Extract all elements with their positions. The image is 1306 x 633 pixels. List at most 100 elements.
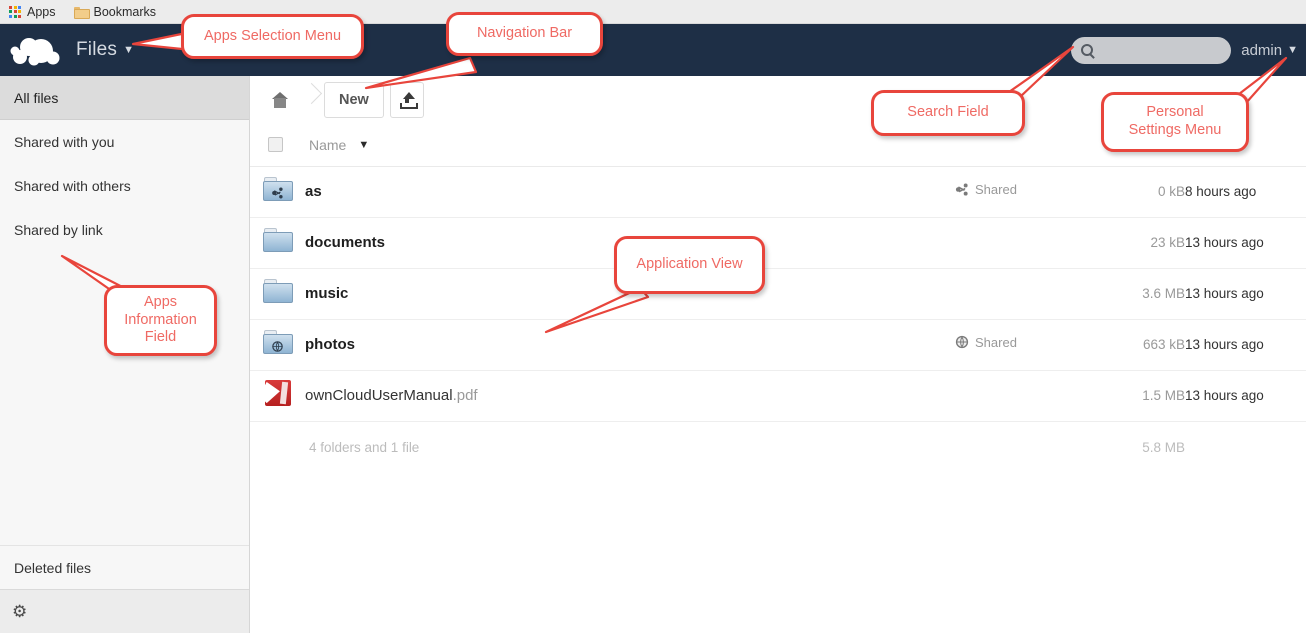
file-name-text: ownCloudUserManual	[305, 387, 453, 404]
folder-icon	[73, 6, 90, 19]
app-selector[interactable]: Files ▼	[76, 39, 134, 61]
owncloud-logo[interactable]	[8, 33, 64, 67]
search-field[interactable]	[1071, 36, 1232, 64]
sidebar-item-all-files[interactable]: All files	[0, 76, 249, 120]
callout-application-view: Application View	[614, 236, 765, 294]
share-status-cell[interactable]: Shared	[955, 319, 1090, 370]
callout-text: Search Field	[907, 104, 989, 121]
callout-text: Application View	[636, 256, 743, 273]
summary-label: 4 folders and 1 file	[309, 439, 420, 455]
personal-settings-menu[interactable]: admin ▼	[1241, 42, 1298, 59]
file-name-text: photos	[305, 336, 355, 353]
bookmark-bookmarks-label: Bookmarks	[93, 4, 157, 19]
globe-icon	[272, 340, 283, 352]
callout-search-field: Search Field	[871, 90, 1025, 136]
new-button-label: New	[339, 92, 369, 108]
share-status-cell[interactable]	[955, 217, 1090, 268]
summary-spacer	[250, 421, 305, 473]
pdf-file-icon	[264, 380, 291, 406]
share-status-cell[interactable]	[955, 268, 1090, 319]
sidebar-item-label: All files	[14, 89, 59, 106]
row-icon-cell	[250, 268, 305, 319]
gear-icon: ⚙	[12, 602, 28, 621]
callout-text: Personal Settings Menu	[1128, 104, 1222, 138]
public-folder-icon	[262, 330, 293, 354]
status-badge: Shared	[955, 335, 1017, 350]
select-all-cell	[250, 124, 305, 166]
share-status-cell[interactable]: Shared	[955, 166, 1090, 217]
summary-spacer-3	[1185, 421, 1306, 473]
folder-icon	[262, 228, 293, 252]
file-name-text: documents	[305, 234, 386, 251]
file-ext-text: .pdf	[452, 387, 478, 404]
row-icon-cell	[250, 217, 305, 268]
sidebar-item-label: Deleted files	[14, 559, 92, 576]
globe-icon	[955, 336, 969, 349]
file-list-body: as Shared 0 kB 8 hours ago documents 23 …	[250, 166, 1306, 473]
app-name-label: Files	[76, 39, 118, 60]
file-modified-cell: 13 hours ago	[1185, 388, 1264, 403]
file-size-cell: 23 kB	[1150, 235, 1185, 250]
share-label: Shared	[975, 182, 1017, 197]
file-name-cell[interactable]: ownCloudUserManual.pdf	[305, 370, 955, 421]
application-view: New Name ▼ as Shared 0 kB 8 hours ago do…	[250, 76, 1306, 633]
sidebar-item-label: Shared by link	[14, 221, 103, 238]
breadcrumb-home[interactable]	[258, 82, 302, 118]
table-row[interactable]: documents 23 kB 13 hours ago	[250, 217, 1306, 268]
chevron-down-icon: ▼	[1287, 44, 1298, 56]
bookmark-bookmarks[interactable]: Bookmarks	[73, 4, 157, 19]
share-icon	[955, 183, 968, 196]
sidebar-settings-button[interactable]: ⚙	[0, 589, 249, 633]
file-name-cell[interactable]: as	[305, 166, 955, 217]
callout-text: Apps Information Field	[124, 293, 197, 346]
sidebar-item-shared-by-link[interactable]: Shared by link	[0, 208, 249, 252]
screenshot-root: Apps Bookmarks Files ▼ admin ▼ All files…	[0, 0, 1306, 633]
sidebar-item-deleted-files[interactable]: Deleted files	[0, 545, 249, 589]
summary-spacer-2	[955, 421, 1090, 473]
table-row[interactable]: music 3.6 MB 13 hours ago	[250, 268, 1306, 319]
callout-text: Apps Selection Menu	[203, 27, 342, 44]
callout-personal-settings-menu: Personal Settings Menu	[1101, 92, 1249, 152]
file-size-cell: 1.5 MB	[1142, 388, 1185, 403]
table-row[interactable]: photos Shared 663 kB 13 hours ago	[250, 319, 1306, 370]
shared-folder-icon	[262, 177, 293, 201]
folder-icon	[262, 279, 293, 303]
row-icon-cell	[250, 166, 305, 217]
apps-grid-icon	[9, 5, 21, 18]
sidebar-item-shared-with-you[interactable]: Shared with you	[0, 120, 249, 164]
table-row[interactable]: ownCloudUserManual.pdf 1.5 MB 13 hours a…	[250, 370, 1306, 421]
file-list-table: Name ▼ Size	[250, 124, 1306, 473]
callout-apps-selection-menu: Apps Selection Menu	[181, 14, 364, 59]
callout-apps-information-field: Apps Information Field	[104, 285, 217, 356]
select-all-checkbox[interactable]	[268, 137, 283, 153]
file-size-cell: 0 kB	[1157, 184, 1185, 199]
sidebar-item-label: Shared with you	[14, 133, 115, 150]
sort-descending-icon: ▼	[358, 138, 370, 151]
home-icon	[271, 92, 289, 108]
header-right-group: admin ▼	[1071, 36, 1306, 64]
bookmark-apps[interactable]: Apps	[9, 5, 56, 19]
column-header-name-label: Name	[309, 136, 347, 153]
share-status-cell[interactable]	[955, 370, 1090, 421]
file-modified-cell: 13 hours ago	[1185, 286, 1264, 301]
column-header-name[interactable]: Name ▼	[305, 124, 955, 166]
callout-text: Navigation Bar	[476, 25, 573, 42]
row-icon-cell	[250, 370, 305, 421]
file-modified-cell: 13 hours ago	[1185, 235, 1264, 250]
file-modified-cell: 13 hours ago	[1185, 337, 1264, 352]
share-label: Shared	[975, 334, 1017, 350]
sidebar-item-label: Shared with others	[14, 177, 131, 194]
table-row[interactable]: as Shared 0 kB 8 hours ago	[250, 166, 1306, 217]
row-icon-cell	[250, 319, 305, 370]
file-list-summary-row: 4 folders and 1 file 5.8 MB	[250, 421, 1306, 473]
upload-button[interactable]	[389, 82, 424, 118]
file-modified-cell: 8 hours ago	[1185, 184, 1257, 199]
summary-total-size: 5.8 MB	[1142, 439, 1185, 455]
new-button[interactable]: New	[324, 82, 384, 118]
upload-icon	[399, 92, 418, 109]
sidebar-item-shared-with-others[interactable]: Shared with others	[0, 164, 249, 208]
file-name-cell[interactable]: photos	[305, 319, 955, 370]
file-name-text: music	[305, 285, 349, 302]
search-input[interactable]	[1099, 41, 1220, 59]
user-label: admin	[1241, 41, 1283, 59]
